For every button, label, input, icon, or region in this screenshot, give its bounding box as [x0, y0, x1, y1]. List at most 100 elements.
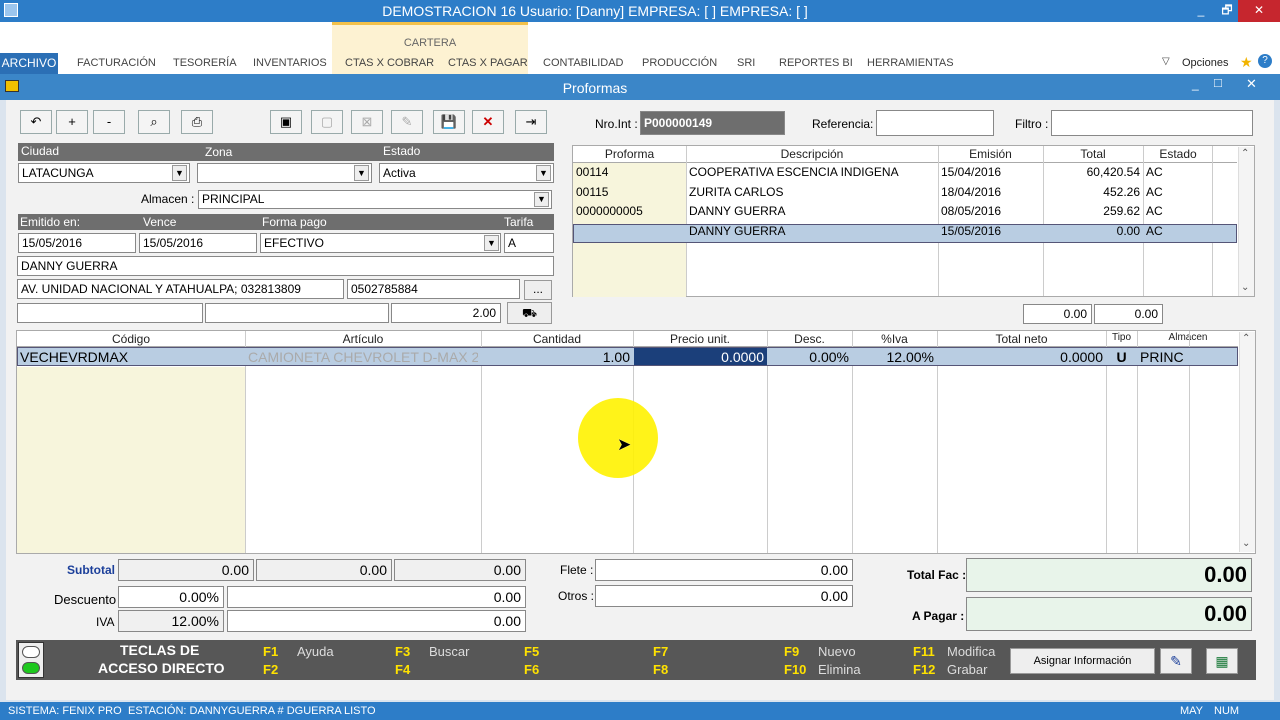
- tab-herramientas[interactable]: HERRAMIENTAS: [867, 57, 954, 69]
- sub-close-button[interactable]: ✕: [1246, 76, 1257, 92]
- items-cell-precio[interactable]: 0.0000: [636, 349, 764, 365]
- report-icon[interactable]: ▦: [1206, 648, 1238, 674]
- options-menu[interactable]: Opciones: [1182, 57, 1228, 69]
- proformas-cell[interactable]: AC: [1146, 165, 1210, 179]
- more-button[interactable]: ...: [524, 280, 552, 300]
- tab-contabilidad[interactable]: CONTABILIDAD: [543, 57, 623, 69]
- close-button[interactable]: ✕: [1238, 0, 1280, 22]
- almacen-select[interactable]: PRINCIPAL: [198, 190, 552, 209]
- tab-tesoreria[interactable]: TESORERÍA: [173, 57, 237, 69]
- tab-produccion[interactable]: PRODUCCIÓN: [642, 57, 717, 69]
- fkey-f11[interactable]: F11: [913, 644, 935, 659]
- scroll-up-icon[interactable]: ⌃: [1241, 148, 1249, 159]
- vence-input[interactable]: 15/05/2016: [139, 233, 257, 253]
- sub-minimize-button[interactable]: _: [1192, 77, 1199, 91]
- tarifa-input[interactable]: A: [504, 233, 554, 253]
- plus-icon[interactable]: +: [56, 110, 88, 134]
- scroll-down-icon[interactable]: ⌄: [1241, 282, 1249, 293]
- fkey-f5[interactable]: F5: [524, 644, 539, 659]
- exit-icon[interactable]: ⇥: [515, 110, 547, 134]
- proformas-cell[interactable]: 15/04/2016: [941, 165, 1040, 179]
- emitido-input[interactable]: 15/05/2016: [18, 233, 136, 253]
- chevron-down-icon[interactable]: ▽: [1162, 56, 1170, 67]
- proformas-cell[interactable]: AC: [1146, 204, 1210, 218]
- truck-icon[interactable]: ⛟: [507, 302, 552, 324]
- proformas-cell[interactable]: 259.62: [1046, 204, 1140, 218]
- help-icon[interactable]: ?: [1258, 54, 1272, 68]
- cliente-id-input[interactable]: 0502785884: [347, 279, 520, 299]
- vehicle-icon[interactable]: ▣: [270, 110, 302, 134]
- save-icon[interactable]: 💾: [433, 110, 465, 134]
- tab-sri[interactable]: SRI: [737, 57, 755, 69]
- delete-doc-icon[interactable]: ⊠: [351, 110, 383, 134]
- estado-select[interactable]: Activa: [379, 163, 554, 183]
- valor-field[interactable]: 2.00: [391, 303, 501, 323]
- almacen-dropdown-icon[interactable]: ▼: [534, 192, 549, 207]
- items-cell-almacen[interactable]: PRINC: [1140, 349, 1236, 365]
- items-cell-total-neto[interactable]: 0.0000: [940, 349, 1103, 365]
- assign-info-button[interactable]: Asignar Información: [1010, 648, 1155, 674]
- edit-doc-icon[interactable]: ✎: [391, 110, 423, 134]
- sub-maximize-button[interactable]: □: [1214, 75, 1222, 90]
- extra-field-2[interactable]: [205, 303, 389, 323]
- fkey-f2[interactable]: F2: [263, 662, 278, 677]
- print-icon[interactable]: ⎙: [181, 110, 213, 134]
- proformas-cell[interactable]: 18/04/2016: [941, 185, 1040, 199]
- estado-dropdown-icon[interactable]: ▼: [536, 165, 551, 181]
- new-doc-icon[interactable]: ▢: [311, 110, 343, 134]
- fkey-f3[interactable]: F3: [395, 644, 410, 659]
- fkey-f9[interactable]: F9: [784, 644, 799, 659]
- items-scroll-down-icon[interactable]: ⌄: [1242, 538, 1250, 549]
- tab-facturacion[interactable]: FACTURACIÓN: [77, 57, 156, 69]
- otros-input[interactable]: 0.00: [595, 585, 853, 607]
- fkey-f7[interactable]: F7: [653, 644, 668, 659]
- filtro-input[interactable]: [1051, 110, 1253, 136]
- zona-select[interactable]: [197, 163, 372, 183]
- forma-pago-select[interactable]: EFECTIVO: [260, 233, 501, 253]
- cliente-nombre-input[interactable]: DANNY GUERRA: [17, 256, 554, 276]
- fkey-f4[interactable]: F4: [395, 662, 410, 677]
- undo-icon[interactable]: ↶: [20, 110, 52, 134]
- tab-archivo[interactable]: ARCHIVO: [0, 53, 58, 74]
- cliente-direccion-input[interactable]: AV. UNIDAD NACIONAL Y ATAHUALPA; 0328138…: [17, 279, 344, 299]
- edit-report-icon[interactable]: ✎: [1160, 648, 1192, 674]
- extra-field-1[interactable]: [17, 303, 203, 323]
- items-cell-tipo[interactable]: U: [1109, 349, 1134, 365]
- proformas-cell[interactable]: DANNY GUERRA: [689, 204, 935, 218]
- proformas-cell[interactable]: 0000000005: [576, 204, 683, 218]
- items-cell-codigo[interactable]: VECHEVRDMAX: [20, 349, 242, 365]
- items-scroll-up-icon[interactable]: ⌃: [1242, 333, 1250, 344]
- proformas-cell[interactable]: ZURITA CARLOS: [689, 185, 935, 199]
- fkey-f1[interactable]: F1: [263, 644, 278, 659]
- proformas-cell[interactable]: COOPERATIVA ESCENCIA INDIGENA: [689, 165, 935, 179]
- proformas-cell[interactable]: 08/05/2016: [941, 204, 1040, 218]
- items-cell-desc[interactable]: 0.00%: [770, 349, 849, 365]
- items-cell-cantidad[interactable]: 1.00: [484, 349, 630, 365]
- proformas-cell[interactable]: AC: [1146, 185, 1210, 199]
- proformas-cell[interactable]: 00114: [576, 165, 683, 179]
- referencia-input[interactable]: [876, 110, 994, 136]
- forma-pago-dropdown-icon[interactable]: ▼: [484, 235, 499, 251]
- items-cell-articulo[interactable]: CAMIONETA CHEVROLET D-MAX 201: [248, 349, 478, 365]
- proformas-cell[interactable]: 60,420.54: [1046, 165, 1140, 179]
- proformas-cell[interactable]: 00115: [576, 185, 683, 199]
- star-icon[interactable]: ★: [1240, 54, 1253, 71]
- tab-reportes-bi[interactable]: REPORTES BI: [779, 57, 853, 69]
- tab-inventarios[interactable]: INVENTARIOS: [253, 57, 327, 69]
- flete-input[interactable]: 0.00: [595, 559, 853, 581]
- fkey-f10[interactable]: F10: [784, 662, 806, 677]
- ciudad-dropdown-icon[interactable]: ▼: [172, 165, 187, 181]
- minus-icon[interactable]: -: [93, 110, 125, 134]
- items-scrollbar[interactable]: [1239, 332, 1255, 552]
- fkey-f8[interactable]: F8: [653, 662, 668, 677]
- tab-ctas-x-cobrar[interactable]: CTAS X COBRAR: [345, 57, 434, 69]
- fkey-f12[interactable]: F12: [913, 662, 935, 677]
- items-cell-iva[interactable]: 12.00%: [855, 349, 934, 365]
- ciudad-select[interactable]: LATACUNGA: [18, 163, 190, 183]
- fkey-f6[interactable]: F6: [524, 662, 539, 677]
- proformas-scrollbar[interactable]: [1238, 147, 1254, 296]
- zona-dropdown-icon[interactable]: ▼: [354, 165, 369, 181]
- tab-ctas-x-pagar[interactable]: CTAS X PAGAR: [448, 57, 528, 69]
- proformas-cell[interactable]: 452.26: [1046, 185, 1140, 199]
- binoculars-icon[interactable]: ⌕: [138, 110, 170, 134]
